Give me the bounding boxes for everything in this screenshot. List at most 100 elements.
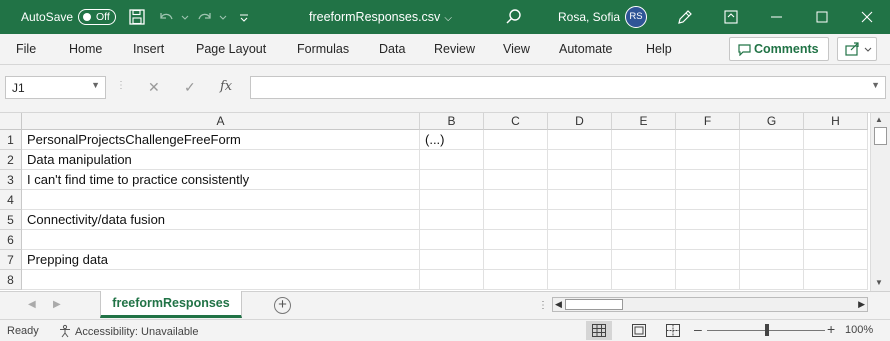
- cell-d7[interactable]: [548, 250, 612, 270]
- pen-icon[interactable]: [676, 8, 694, 26]
- cell-a6[interactable]: [22, 230, 420, 250]
- select-all-corner[interactable]: [0, 113, 22, 130]
- cell-h7[interactable]: [804, 250, 868, 270]
- column-header-e[interactable]: E: [612, 113, 676, 130]
- column-header-f[interactable]: F: [676, 113, 740, 130]
- cell-d4[interactable]: [548, 190, 612, 210]
- search-icon[interactable]: [505, 8, 523, 26]
- cell-e7[interactable]: [612, 250, 676, 270]
- vertical-scroll-thumb[interactable]: [874, 127, 887, 145]
- cell-a5[interactable]: Connectivity/data fusion: [22, 210, 420, 230]
- cell-c3[interactable]: [484, 170, 548, 190]
- menu-automate[interactable]: Automate: [559, 42, 613, 56]
- row-header-4[interactable]: 4: [0, 190, 22, 210]
- menu-insert[interactable]: Insert: [133, 42, 164, 56]
- cell-f3[interactable]: [676, 170, 740, 190]
- undo-icon[interactable]: [157, 8, 175, 26]
- cell-g7[interactable]: [740, 250, 804, 270]
- cell-c8[interactable]: [484, 270, 548, 290]
- cell-e5[interactable]: [612, 210, 676, 230]
- cell-f1[interactable]: [676, 130, 740, 150]
- cell-d1[interactable]: [548, 130, 612, 150]
- file-title[interactable]: freeformResponses.csv ⌵: [309, 10, 452, 24]
- scroll-left-icon[interactable]: ◀: [555, 299, 562, 310]
- cell-g1[interactable]: [740, 130, 804, 150]
- column-header-h[interactable]: H: [804, 113, 868, 130]
- cell-h5[interactable]: [804, 210, 868, 230]
- resize-handle-icon[interactable]: ⋮: [116, 80, 126, 91]
- menu-formulas[interactable]: Formulas: [297, 42, 349, 56]
- cell-e4[interactable]: [612, 190, 676, 210]
- row-header-3[interactable]: 3: [0, 170, 22, 190]
- column-header-d[interactable]: D: [548, 113, 612, 130]
- cell-d2[interactable]: [548, 150, 612, 170]
- cell-g3[interactable]: [740, 170, 804, 190]
- cell-b6[interactable]: [420, 230, 484, 250]
- cell-f5[interactable]: [676, 210, 740, 230]
- cell-f6[interactable]: [676, 230, 740, 250]
- cell-b7[interactable]: [420, 250, 484, 270]
- zoom-slider-thumb[interactable]: [765, 324, 769, 336]
- column-header-g[interactable]: G: [740, 113, 804, 130]
- formula-input[interactable]: ▼: [250, 76, 886, 99]
- next-sheet-icon[interactable]: ▶: [53, 299, 61, 310]
- cell-a2[interactable]: Data manipulation: [22, 150, 420, 170]
- column-header-c[interactable]: C: [484, 113, 548, 130]
- cell-e6[interactable]: [612, 230, 676, 250]
- cell-a8[interactable]: [22, 270, 420, 290]
- page-layout-view-button[interactable]: [626, 321, 652, 340]
- cell-a7[interactable]: Prepping data: [22, 250, 420, 270]
- worksheet-grid[interactable]: ABCDEFGH 1 PersonalProjectsChallengeFreeF…: [0, 113, 870, 291]
- cell-f4[interactable]: [676, 190, 740, 210]
- menu-view[interactable]: View: [503, 42, 530, 56]
- scroll-right-icon[interactable]: ▶: [858, 299, 865, 310]
- prev-sheet-icon[interactable]: ◀: [28, 299, 36, 310]
- cell-e8[interactable]: [612, 270, 676, 290]
- tab-split-handle-icon[interactable]: ⋮: [538, 300, 548, 311]
- sheet-tab-freeformresponses[interactable]: freeformResponses: [100, 291, 242, 318]
- cell-g2[interactable]: [740, 150, 804, 170]
- cancel-icon[interactable]: ✕: [148, 79, 160, 96]
- cell-b3[interactable]: [420, 170, 484, 190]
- cell-c2[interactable]: [484, 150, 548, 170]
- menu-review[interactable]: Review: [434, 42, 475, 56]
- row-header-1[interactable]: 1: [0, 130, 22, 150]
- zoom-in-button[interactable]: +: [827, 321, 835, 337]
- cell-d3[interactable]: [548, 170, 612, 190]
- autosave-toggle[interactable]: Off: [78, 9, 116, 25]
- undo-dropdown-icon[interactable]: [180, 8, 190, 26]
- avatar[interactable]: RS: [625, 6, 647, 28]
- name-box-dropdown-icon[interactable]: ▼: [91, 80, 100, 90]
- cell-e2[interactable]: [612, 150, 676, 170]
- cell-c1[interactable]: [484, 130, 548, 150]
- horizontal-scrollbar[interactable]: ◀ ▶: [552, 297, 868, 312]
- zoom-level[interactable]: 100%: [845, 324, 873, 336]
- enter-icon[interactable]: ✓: [184, 79, 196, 96]
- cell-e3[interactable]: [612, 170, 676, 190]
- maximize-icon[interactable]: [813, 8, 831, 26]
- cell-g5[interactable]: [740, 210, 804, 230]
- vertical-scrollbar[interactable]: ▲ ▼: [870, 113, 890, 291]
- cell-f2[interactable]: [676, 150, 740, 170]
- cell-b4[interactable]: [420, 190, 484, 210]
- insert-function-icon[interactable]: fx: [220, 79, 232, 94]
- menu-page-layout[interactable]: Page Layout: [196, 42, 266, 56]
- cell-e1[interactable]: [612, 130, 676, 150]
- column-header-b[interactable]: B: [420, 113, 484, 130]
- row-header-6[interactable]: 6: [0, 230, 22, 250]
- redo-icon[interactable]: [196, 8, 214, 26]
- cell-d5[interactable]: [548, 210, 612, 230]
- zoom-out-button[interactable]: –: [694, 321, 702, 337]
- accessibility-status[interactable]: Accessibility: Unavailable: [58, 324, 199, 338]
- cell-h6[interactable]: [804, 230, 868, 250]
- name-box[interactable]: J1 ▼: [5, 76, 106, 99]
- cell-h4[interactable]: [804, 190, 868, 210]
- cell-f7[interactable]: [676, 250, 740, 270]
- expand-formula-icon[interactable]: ▼: [871, 80, 880, 90]
- cell-c5[interactable]: [484, 210, 548, 230]
- menu-help[interactable]: Help: [646, 42, 672, 56]
- close-icon[interactable]: [858, 8, 876, 26]
- share-button[interactable]: [837, 37, 877, 61]
- add-sheet-icon[interactable]: +: [274, 297, 291, 314]
- menu-home[interactable]: Home: [69, 42, 102, 56]
